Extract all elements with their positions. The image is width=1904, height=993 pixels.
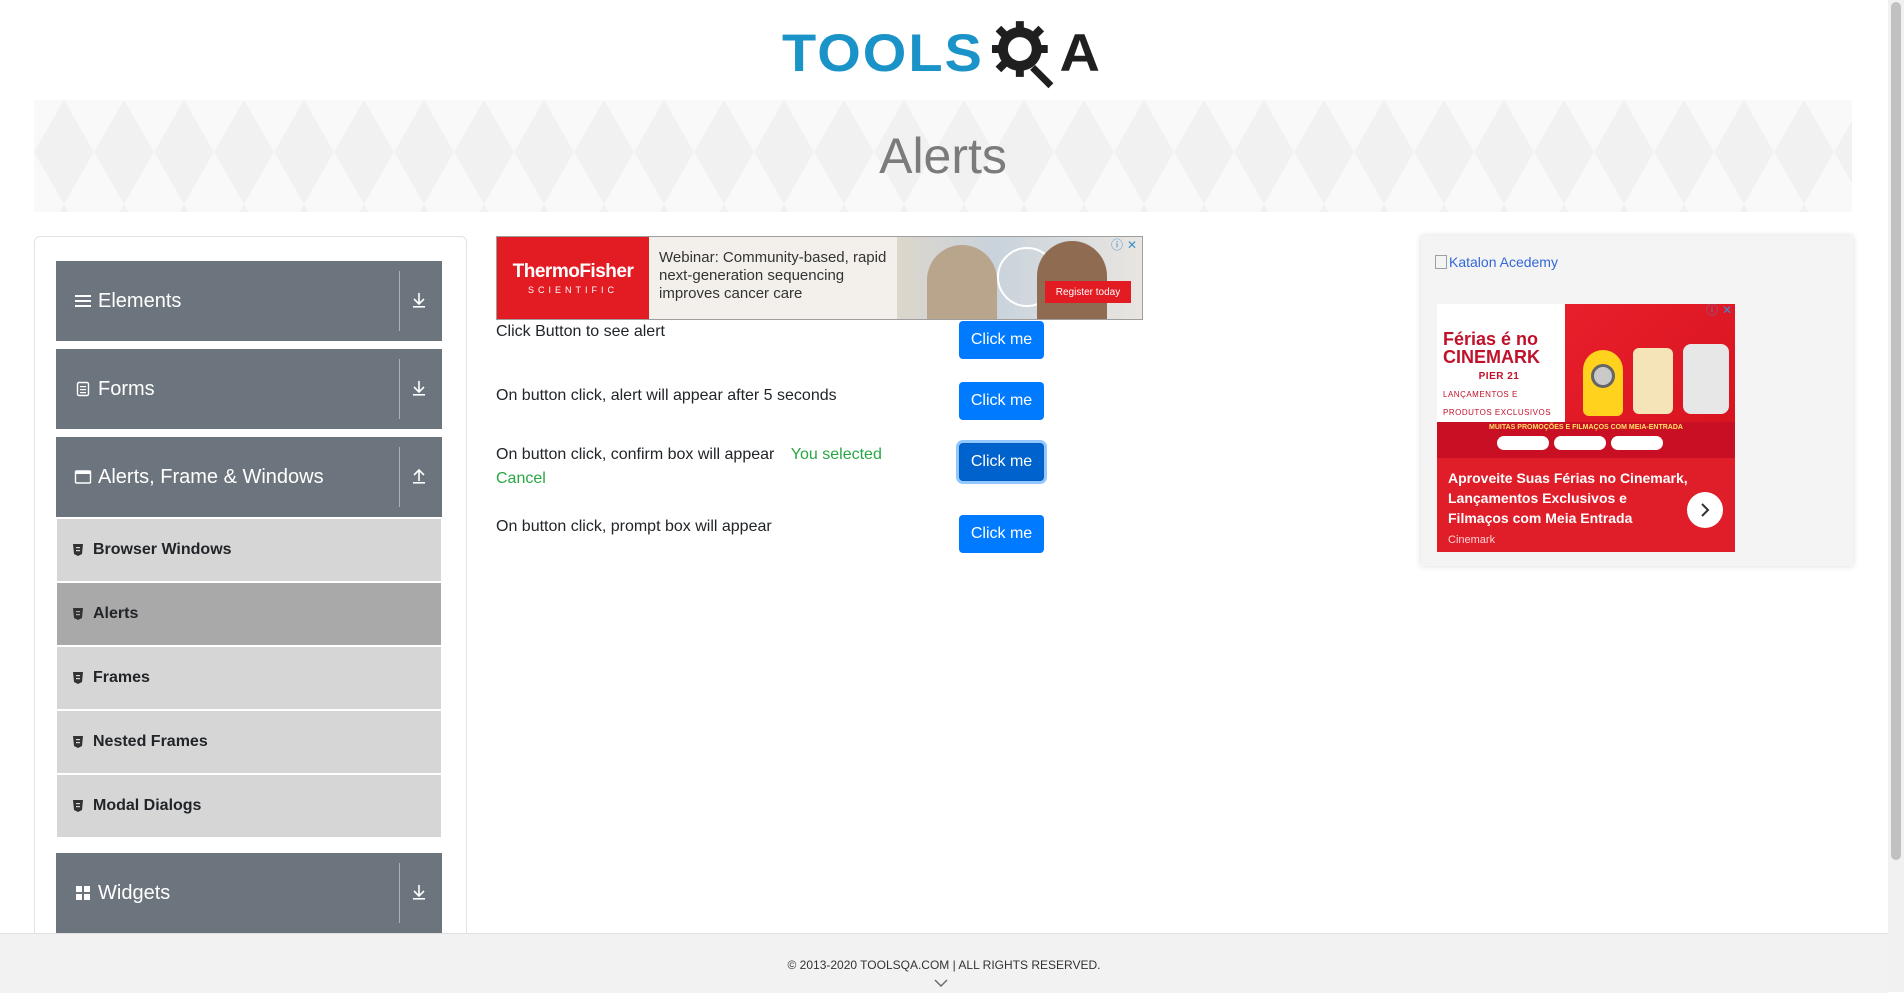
download-arrow-icon[interactable]: [406, 375, 432, 401]
doctor-image: [1037, 241, 1107, 319]
logo-a-text: A: [1059, 22, 1102, 83]
thermofisher-logo: ThermoFisher SCIENTIFIC: [497, 237, 649, 319]
cinema-location: PIER 21: [1478, 371, 1520, 382]
sidebar-item-label: Alerts: [93, 605, 139, 622]
ad-copy: Webinar: Community-based, rapid next-gen…: [659, 249, 887, 302]
popcorn-image: [1633, 348, 1673, 414]
katalon-alt-text: Katalon Acedemy: [1449, 254, 1558, 270]
grid-icon: [74, 884, 92, 902]
confirm-row: On button click, confirm box will appear…: [496, 443, 906, 491]
page-banner: Alerts: [34, 100, 1852, 212]
upload-arrow-icon[interactable]: [406, 463, 432, 489]
html5-shield-icon: [71, 735, 85, 749]
sidebar-group-label: Elements: [98, 289, 182, 312]
sidebar-item-label: Browser Windows: [93, 541, 232, 558]
vertical-scrollbar[interactable]: [1888, 0, 1904, 992]
sidebar-group-label: Forms: [98, 377, 155, 400]
divider: [399, 271, 400, 331]
footer: © 2013-2020 TOOLSQA.COM | ALL RIGHTS RES…: [0, 933, 1888, 993]
popcorn-machine-image: [1683, 344, 1729, 414]
cinemark-advertisement[interactable]: Férias é no CINEMARK PIER 21 LANÇAMENTOS…: [1437, 304, 1735, 552]
divider: [399, 359, 400, 419]
timer-alert-button[interactable]: Click me: [959, 382, 1044, 420]
register-button[interactable]: Register today: [1045, 281, 1131, 303]
chevron-down-icon[interactable]: [934, 978, 948, 988]
sidebar-group-elements[interactable]: Elements: [56, 261, 442, 341]
right-ad-panel: Katalon Acedemy Férias é no CINEMARK PIE…: [1421, 236, 1853, 566]
sidebar-group-widgets[interactable]: Widgets: [56, 853, 442, 933]
close-icon[interactable]: ✕: [1126, 239, 1138, 251]
confirm-button[interactable]: Click me: [959, 443, 1044, 481]
window-icon: [74, 468, 92, 486]
broken-image-icon: [1435, 255, 1447, 269]
strip-title: MUITAS PROMOÇÕES E FILMAÇOS COM MEIA-ENT…: [1489, 424, 1683, 431]
chevron-right-icon[interactable]: [1687, 492, 1723, 528]
sidebar-item-alerts[interactable]: Alerts: [57, 583, 441, 645]
divider: [399, 447, 400, 507]
minion-image: [1583, 350, 1623, 416]
cinema-top: Férias é no CINEMARK PIER 21 LANÇAMENTOS…: [1437, 304, 1735, 422]
copyright-text: © 2013-2020 TOOLSQA.COM | ALL RIGHTS RES…: [787, 958, 1101, 972]
toolsqa-logo[interactable]: TOOLS A: [782, 14, 1102, 92]
patient-image: [927, 245, 997, 319]
cinemark-logo: Férias é no CINEMARK PIER 21 LANÇAMENTOS…: [1443, 330, 1555, 422]
divider: [399, 863, 400, 923]
brand-name: ThermoFisher: [512, 261, 634, 282]
cinema-subtitle: LANÇAMENTOS E PRODUTOS EXCLUSIVOS: [1443, 390, 1552, 417]
html5-shield-icon: [71, 543, 85, 557]
sidebar: Elements Forms Alerts, Frame & Windows B…: [34, 236, 467, 937]
brand-subtitle: SCIENTIFIC: [527, 285, 618, 295]
sidebar-group-label: Alerts, Frame & Windows: [98, 465, 324, 488]
sidebar-item-browser-windows[interactable]: Browser Windows: [57, 519, 441, 581]
top-advertisement[interactable]: ThermoFisher SCIENTIFIC Webinar: Communi…: [496, 236, 1143, 320]
prompt-button[interactable]: Click me: [959, 515, 1044, 553]
cinema-headline: Aproveite Suas Férias no Cinemark, Lança…: [1448, 470, 1688, 526]
sidebar-group-alerts-frame-windows[interactable]: Alerts, Frame & Windows: [56, 437, 442, 517]
sidebar-item-label: Frames: [93, 669, 150, 686]
sidebar-item-nested-frames[interactable]: Nested Frames: [57, 711, 441, 773]
close-icon[interactable]: ✕: [1721, 304, 1733, 316]
info-icon[interactable]: ⓘ: [1111, 239, 1123, 251]
page-title: Alerts: [879, 128, 1007, 184]
download-arrow-icon[interactable]: [406, 879, 432, 905]
gear-magnifier-icon: [991, 21, 1054, 89]
logo-tools-text: TOOLS: [782, 22, 984, 83]
sidebar-item-label: Nested Frames: [93, 733, 208, 750]
html5-shield-icon: [71, 607, 85, 621]
hamburger-icon: [74, 292, 92, 310]
timer-alert-row-label: On button click, alert will appear after…: [496, 387, 837, 404]
cinema-logo-text: Férias é no CINEMARK: [1443, 329, 1540, 367]
sidebar-item-label: Modal Dialogs: [93, 797, 202, 814]
sidebar-item-frames[interactable]: Frames: [57, 647, 441, 709]
partner-logos: [1497, 436, 1663, 450]
cinema-promo-strip: MUITAS PROMOÇÕES E FILMAÇOS COM MEIA-ENT…: [1437, 422, 1735, 458]
document-icon: [74, 380, 92, 398]
sidebar-group-forms[interactable]: Forms: [56, 349, 442, 429]
katalon-academy-link[interactable]: Katalon Acedemy: [1435, 254, 1558, 270]
html5-shield-icon: [71, 671, 85, 685]
sidebar-item-modal-dialogs[interactable]: Modal Dialogs: [57, 775, 441, 837]
alert-button[interactable]: Click me: [959, 321, 1044, 359]
prompt-row-label: On button click, prompt box will appear: [496, 518, 772, 535]
ad-choices[interactable]: ⓘ ✕: [1706, 304, 1733, 316]
html5-shield-icon: [71, 799, 85, 813]
download-arrow-icon[interactable]: [406, 287, 432, 313]
confirm-row-label: On button click, confirm box will appear: [496, 446, 775, 463]
sidebar-group-label: Widgets: [98, 881, 171, 904]
cinema-brand: Cinemark: [1448, 534, 1496, 546]
ad-choices[interactable]: ⓘ ✕: [1111, 239, 1138, 251]
alert-row-label: Click Button to see alert: [496, 323, 665, 340]
scrollbar-thumb[interactable]: [1891, 2, 1901, 860]
cinema-ad-body: Aproveite Suas Férias no Cinemark, Lança…: [1437, 458, 1735, 552]
info-icon[interactable]: ⓘ: [1706, 304, 1718, 316]
